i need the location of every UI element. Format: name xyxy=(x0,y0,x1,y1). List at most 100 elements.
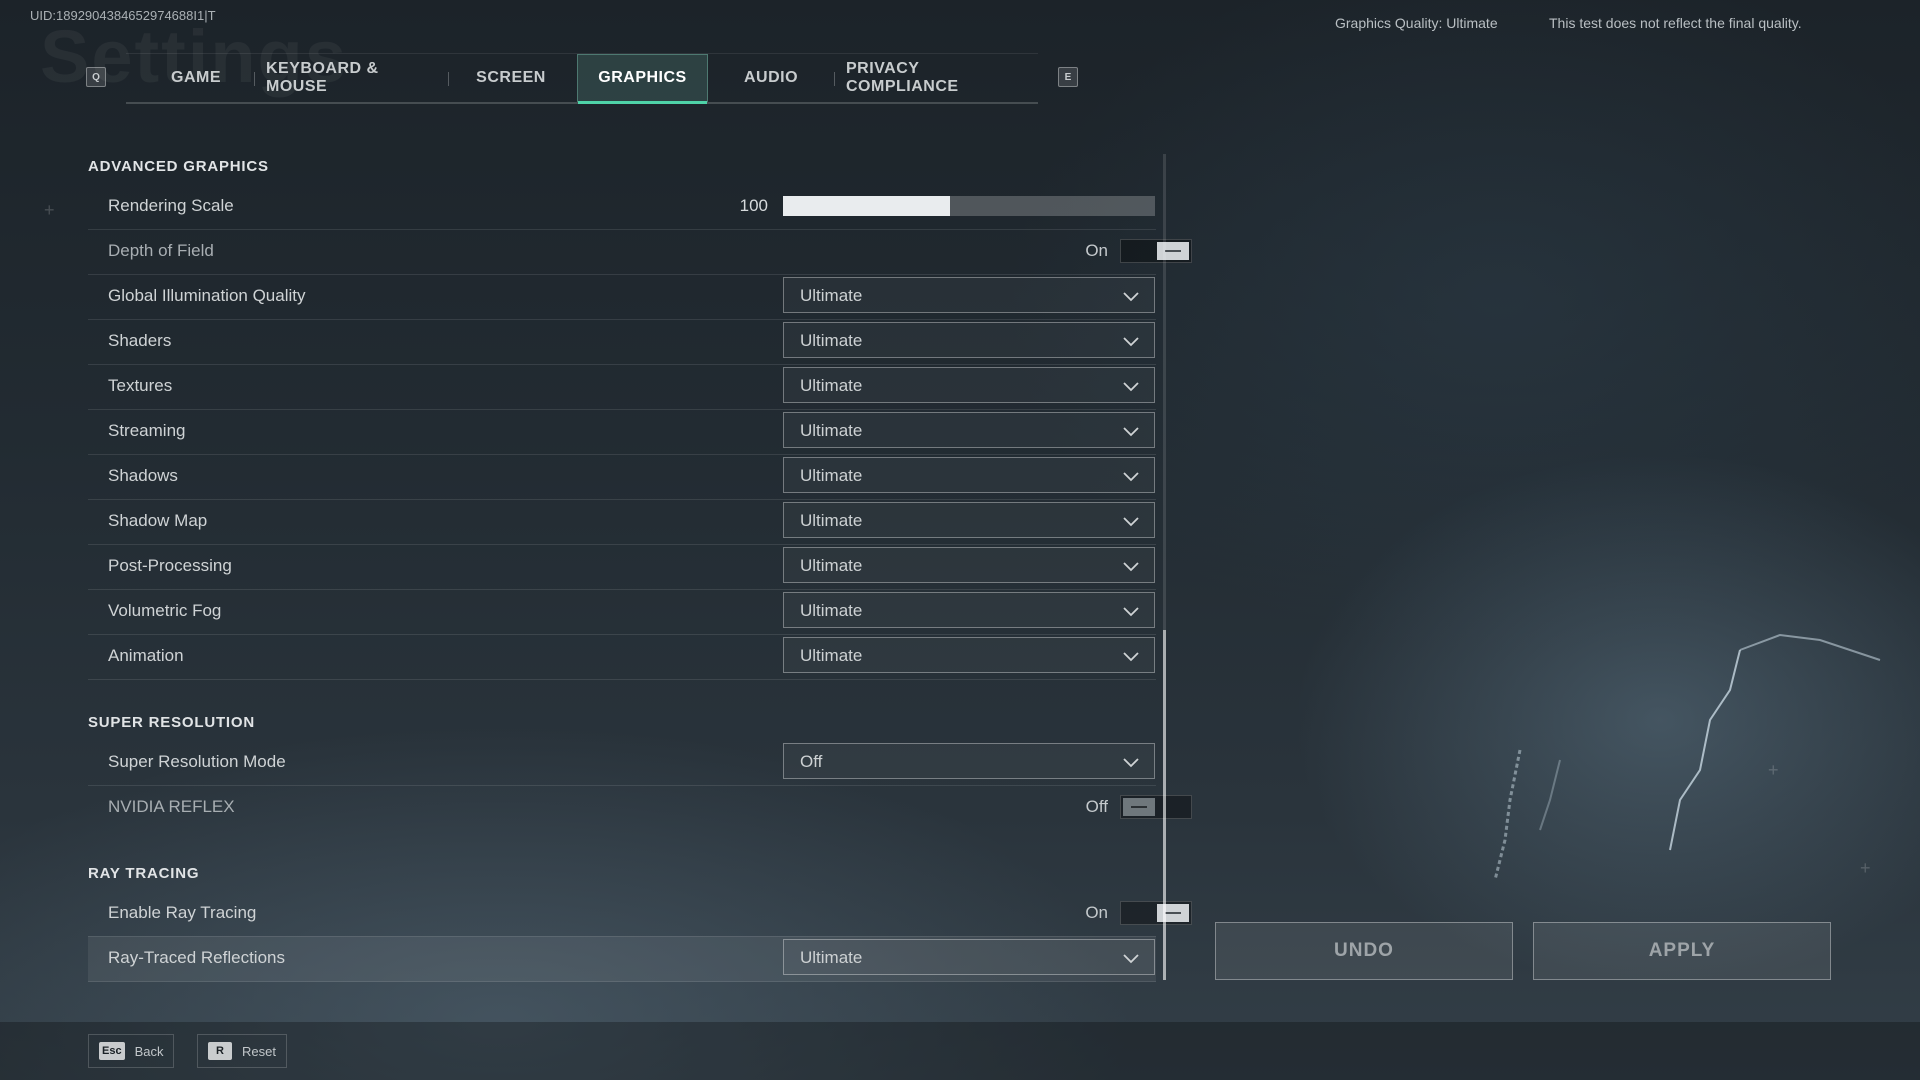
disclaimer-text: This test does not reflect the final qua… xyxy=(1549,15,1802,31)
setting-row-rendering-scale: Rendering Scale 100 xyxy=(88,184,1156,230)
toggle-knob xyxy=(1157,242,1189,260)
setting-label: Volumetric Fog xyxy=(108,601,222,620)
dropdown-value: Ultimate xyxy=(800,376,863,395)
setting-label: Ray-Traced Reflections xyxy=(108,948,285,967)
setting-label: Depth of Field xyxy=(108,241,214,260)
esc-key-icon: Esc xyxy=(99,1042,125,1060)
dropdown-value: Ultimate xyxy=(800,948,863,967)
tab-graphics[interactable]: GRAPHICS xyxy=(577,54,708,104)
back-hint[interactable]: Esc Back xyxy=(88,1034,175,1068)
setting-row-post-processing: Post-Processing Ultimate xyxy=(88,544,1156,590)
volumetric-fog-dropdown[interactable]: Ultimate xyxy=(783,592,1155,628)
depth-of-field-toggle[interactable] xyxy=(1120,239,1192,263)
setting-label: Super Resolution Mode xyxy=(108,752,286,771)
animation-dropdown[interactable]: Ultimate xyxy=(783,637,1155,673)
settings-scrollbar[interactable] xyxy=(1163,154,1166,980)
tab-separator xyxy=(448,72,449,86)
setting-row-shadow-map: Shadow Map Ultimate xyxy=(88,499,1156,545)
tab-privacy-compliance[interactable]: PRIVACY COMPLIANCE xyxy=(846,54,1032,102)
chevron-down-icon xyxy=(1123,607,1139,617)
section-title-advanced-graphics: ADVANCED GRAPHICS xyxy=(88,158,269,175)
setting-row-global-illumination: Global Illumination Quality Ultimate xyxy=(88,274,1156,320)
graphics-quality-note: Graphics Quality: Ultimate xyxy=(1335,15,1498,31)
apply-button[interactable]: APPLY xyxy=(1533,922,1831,980)
toggle-knob xyxy=(1157,904,1189,922)
chevron-down-icon xyxy=(1123,337,1139,347)
setting-row-enable-ray-tracing: Enable Ray Tracing On xyxy=(88,891,1192,937)
rendering-scale-value: 100 xyxy=(739,196,768,215)
undo-button[interactable]: UNDO xyxy=(1215,922,1513,980)
tab-separator xyxy=(834,72,835,86)
setting-label: Animation xyxy=(108,646,184,665)
setting-label: Shadow Map xyxy=(108,511,208,530)
setting-label: Streaming xyxy=(108,421,186,440)
setting-row-shaders: Shaders Ultimate xyxy=(88,319,1156,365)
reset-hint[interactable]: R Reset xyxy=(197,1034,287,1068)
setting-label: Global Illumination Quality xyxy=(108,286,306,305)
global-illumination-dropdown[interactable]: Ultimate xyxy=(783,277,1155,313)
shadows-dropdown[interactable]: Ultimate xyxy=(783,457,1155,493)
textures-dropdown[interactable]: Ultimate xyxy=(783,367,1155,403)
dropdown-value: Off xyxy=(800,752,823,771)
toggle-state-text: Off xyxy=(1085,797,1108,816)
plus-decoration: + xyxy=(44,200,55,220)
setting-label: Shadows xyxy=(108,466,178,485)
dropdown-value: Ultimate xyxy=(800,421,863,440)
dropdown-value: Ultimate xyxy=(800,331,863,350)
plus-decoration: + xyxy=(1768,760,1779,780)
plus-decoration: + xyxy=(1860,858,1871,878)
section-title-ray-tracing: RAY TRACING xyxy=(88,865,200,882)
setting-row-super-resolution-mode: Super Resolution Mode Off xyxy=(88,740,1156,786)
chevron-down-icon xyxy=(1123,472,1139,482)
setting-label: Enable Ray Tracing xyxy=(108,903,257,922)
tab-keyboard-mouse[interactable]: KEYBOARD & MOUSE xyxy=(266,54,438,102)
tab-screen[interactable]: SCREEN xyxy=(460,54,562,102)
setting-label: Textures xyxy=(108,376,173,395)
setting-row-volumetric-fog: Volumetric Fog Ultimate xyxy=(88,589,1156,635)
prev-tab-key[interactable]: Q xyxy=(86,67,106,87)
tab-audio[interactable]: AUDIO xyxy=(720,54,822,102)
setting-row-textures: Textures Ultimate xyxy=(88,364,1156,410)
section-title-super-resolution: SUPER RESOLUTION xyxy=(88,714,255,731)
setting-label: Rendering Scale xyxy=(108,196,234,215)
dropdown-value: Ultimate xyxy=(800,286,863,305)
setting-row-nvidia-reflex: NVIDIA REFLEX Off xyxy=(88,785,1192,830)
r-key-icon: R xyxy=(208,1042,232,1060)
shadow-map-dropdown[interactable]: Ultimate xyxy=(783,502,1155,538)
streaming-dropdown[interactable]: Ultimate xyxy=(783,412,1155,448)
setting-row-depth-of-field: Depth of Field On xyxy=(88,229,1192,275)
setting-row-shadows: Shadows Ultimate xyxy=(88,454,1156,500)
super-resolution-mode-dropdown[interactable]: Off xyxy=(783,743,1155,779)
next-tab-key[interactable]: E xyxy=(1058,67,1078,87)
post-processing-dropdown[interactable]: Ultimate xyxy=(783,547,1155,583)
chevron-down-icon xyxy=(1123,758,1139,768)
chevron-down-icon xyxy=(1123,562,1139,572)
chevron-down-icon xyxy=(1123,292,1139,302)
enable-ray-tracing-toggle[interactable] xyxy=(1120,901,1192,925)
rendering-scale-slider[interactable] xyxy=(783,196,1155,216)
tab-game[interactable]: GAME xyxy=(156,54,236,102)
uid-text: UID:1892904384652974688I1|T xyxy=(30,8,216,23)
lightning-decoration xyxy=(1493,633,1881,881)
setting-label: Shaders xyxy=(108,331,172,350)
nvidia-reflex-toggle[interactable] xyxy=(1120,795,1192,819)
chevron-down-icon xyxy=(1123,427,1139,437)
reset-label: Reset xyxy=(242,1043,276,1059)
toggle-knob xyxy=(1123,798,1155,816)
scrollbar-thumb[interactable] xyxy=(1163,630,1166,980)
shaders-dropdown[interactable]: Ultimate xyxy=(783,322,1155,358)
dropdown-value: Ultimate xyxy=(800,556,863,575)
toggle-state-text: On xyxy=(1085,903,1108,922)
slider-fill xyxy=(783,196,951,216)
setting-label: NVIDIA REFLEX xyxy=(108,797,235,816)
ray-traced-reflections-dropdown[interactable]: Ultimate xyxy=(783,939,1155,975)
chevron-down-icon xyxy=(1123,382,1139,392)
chevron-down-icon xyxy=(1123,652,1139,662)
tab-bar: GAME KEYBOARD & MOUSE SCREEN GRAPHICS AU… xyxy=(126,53,1038,104)
back-label: Back xyxy=(134,1043,164,1059)
setting-row-streaming: Streaming Ultimate xyxy=(88,409,1156,455)
dropdown-value: Ultimate xyxy=(800,466,863,485)
setting-row-animation: Animation Ultimate xyxy=(88,634,1156,680)
dropdown-value: Ultimate xyxy=(800,646,863,665)
chevron-down-icon xyxy=(1123,954,1139,964)
